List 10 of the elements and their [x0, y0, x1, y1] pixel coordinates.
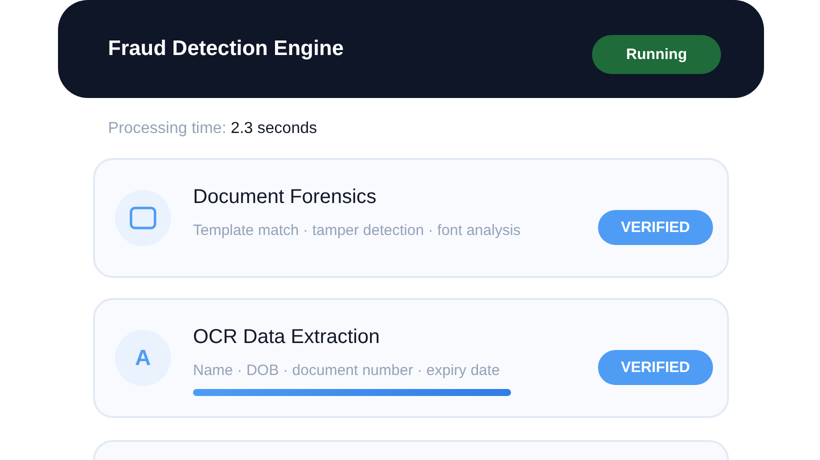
- check-title: OCR Data Extraction: [193, 326, 381, 348]
- check-title: Document Forensics: [193, 186, 378, 208]
- status-pill: Running: [592, 34, 721, 74]
- check-details: Name · DOB · document number · expiry date: [193, 362, 501, 378]
- processing-time: Processing time: 2.3 seconds: [108, 120, 318, 138]
- verified-badge: VERIFIED: [598, 210, 713, 244]
- verified-badge: VERIFIED: [598, 350, 713, 384]
- engine-title: Fraud Detection Engine: [108, 37, 344, 61]
- letter-icon: A: [135, 345, 151, 371]
- check-details: Template match · tamper detection · font analysis: [193, 222, 522, 238]
